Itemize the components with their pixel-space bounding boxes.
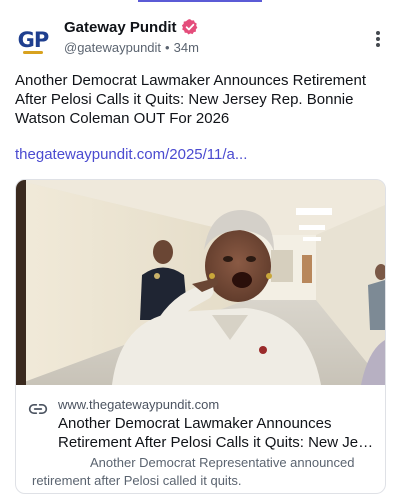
author-name-row: Gateway Pundit bbox=[64, 18, 199, 36]
author-handle[interactable]: @gatewaypundit bbox=[64, 40, 161, 55]
post-text: Another Democrat Lawmaker Announces Reti… bbox=[15, 71, 387, 128]
link-preview-description-line: retirement after Pelosi called it quits. bbox=[32, 473, 242, 488]
link-preview-title-line: Retirement After Pelosi Calls it Quits: … bbox=[58, 434, 378, 451]
vertical-dots-icon-dot-3 bbox=[376, 43, 380, 47]
post-link[interactable]: thegatewaypundit.com/2025/11/a... bbox=[15, 146, 247, 163]
link-preview-title-line: Another Democrat Lawmaker Announces bbox=[58, 415, 332, 432]
author-display-name[interactable]: Gateway Pundit bbox=[64, 19, 177, 36]
vertical-dots-icon-dot-2 bbox=[376, 37, 380, 41]
link-preview-card[interactable]: www.thegatewaypundit.com Another Democra… bbox=[15, 179, 386, 494]
link-preview-description: Another Democrat Representative announce… bbox=[32, 454, 377, 490]
avatar[interactable]: GP bbox=[14, 21, 52, 59]
author-meta-row: @gatewaypundit • 34m bbox=[64, 40, 199, 55]
link-preview-description-line: Another Democrat Representative announce… bbox=[90, 455, 355, 470]
link-preview-image[interactable] bbox=[16, 180, 385, 385]
post-text-line: After Pelosi Calls it Quits: New Jersey … bbox=[15, 91, 354, 108]
vertical-dots-icon bbox=[376, 31, 380, 35]
meta-separator: • bbox=[165, 40, 170, 55]
link-icon bbox=[28, 404, 48, 414]
verified-badge-icon bbox=[181, 19, 197, 35]
post-timestamp[interactable]: 34m bbox=[174, 40, 199, 55]
post-text-line: Watson Coleman OUT For 2026 bbox=[15, 110, 230, 127]
top-tab-indicator bbox=[0, 0, 401, 4]
link-preview-body[interactable]: www.thegatewaypundit.com Another Democra… bbox=[16, 386, 385, 493]
link-preview-title: Another Democrat Lawmaker Announces Reti… bbox=[58, 414, 378, 452]
link-preview-domain: www.thegatewaypundit.com bbox=[58, 397, 220, 412]
avatar-logo-underline bbox=[23, 51, 43, 54]
post-header: GP Gateway Pundit @gatewaypundit • 34m bbox=[14, 16, 388, 64]
avatar-logo-text: GP bbox=[17, 28, 50, 52]
active-tab-underline bbox=[138, 0, 262, 2]
post-text-line: Another Democrat Lawmaker Announces Reti… bbox=[15, 72, 367, 89]
more-options-button[interactable] bbox=[368, 28, 388, 50]
hallway-photo bbox=[16, 180, 385, 385]
